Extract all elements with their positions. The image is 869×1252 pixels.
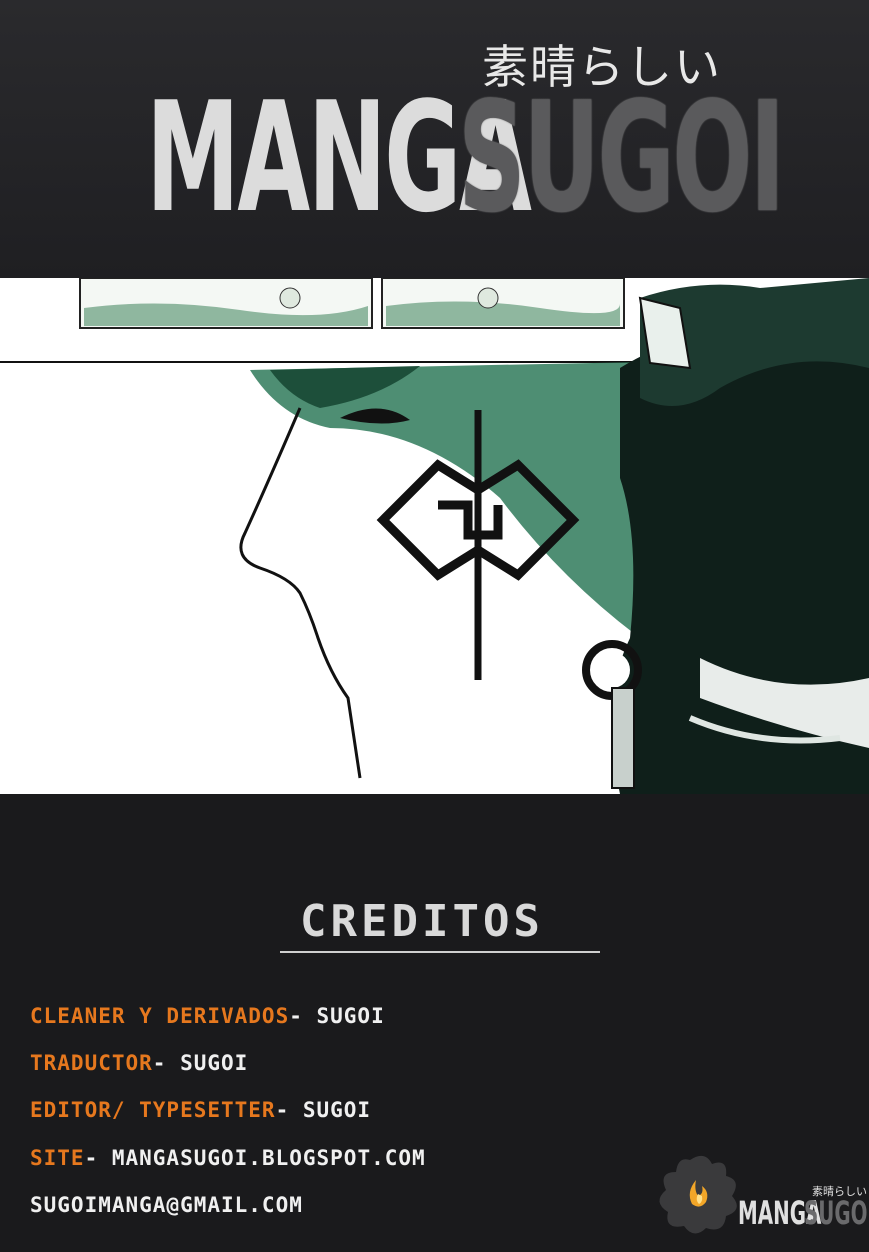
credit-value-email: SUGOIMANGA@GMAIL.COM [30,1193,303,1217]
credits-title: CREDITOS [300,896,544,947]
credit-value-cleaner: - SUGOI [289,1004,385,1028]
manga-artwork-illustration [0,278,869,794]
credit-label-traductor: TRADUCTOR [30,1051,153,1075]
credit-line-editor: EDITOR/ TYPESETTER- SUGOI [30,1096,371,1124]
credit-line-traductor: TRADUCTOR- SUGOI [30,1049,248,1077]
credits-title-underline [280,951,600,953]
credit-label-editor: EDITOR/ TYPESETTER [30,1098,276,1122]
logo-word-sugoi: SUGOI [458,69,785,246]
credit-value-traductor: - SUGOI [152,1051,249,1075]
credit-value-site: - MANGASUGOI.BLOGSPOT.COM [84,1146,426,1170]
credit-value-editor: - SUGOI [275,1098,372,1122]
credit-label-site: SITE [30,1146,85,1170]
credit-line-site: SITE- MANGASUGOI.BLOGSPOT.COM [30,1144,426,1172]
manga-artwork [0,278,869,794]
credit-line-cleaner: CLEANER Y DERIVADOS- SUGOI [30,1002,385,1030]
credit-label-cleaner: CLEANER Y DERIVADOS [30,1004,290,1028]
credit-line-email: SUGOIMANGA@GMAIL.COM [30,1191,303,1219]
mini-logo-word-sugoi: SUGOI [804,1194,869,1232]
